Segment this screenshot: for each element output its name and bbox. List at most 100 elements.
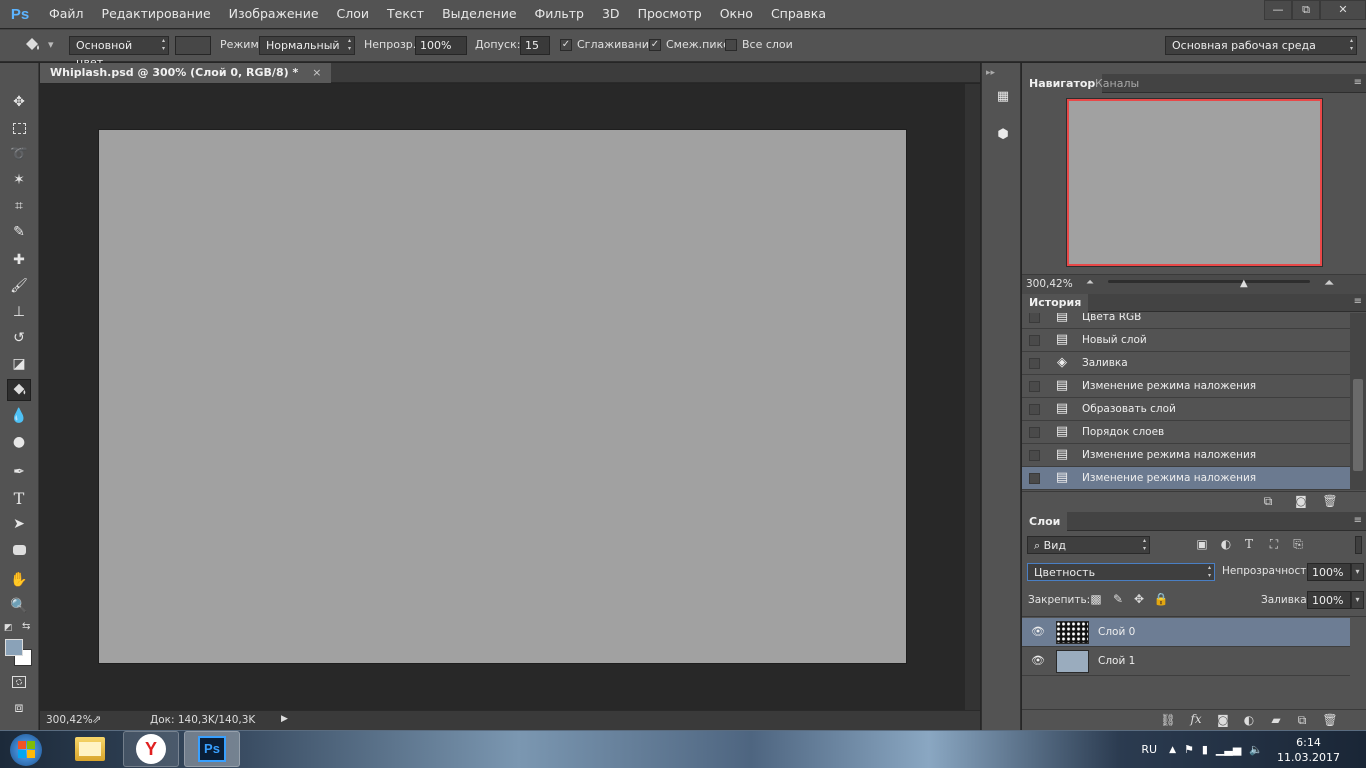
tolerance-input[interactable]: 15 (520, 36, 550, 55)
history-item[interactable]: ◈ Заливка (1022, 352, 1350, 375)
screen-mode-icon[interactable]: ⧈ (7, 697, 31, 719)
menu-image[interactable]: Изображение (220, 0, 328, 28)
menu-edit[interactable]: Редактирование (93, 0, 220, 28)
quick-mask-icon[interactable] (7, 671, 31, 693)
canvas-vertical-scrollbar[interactable] (965, 84, 980, 710)
filter-pixel-icon[interactable]: ▣ (1194, 537, 1210, 553)
blend-mode-select[interactable]: Цветность (1027, 563, 1215, 581)
lasso-tool-icon[interactable]: ➰ (7, 143, 31, 165)
taskbar-explorer-button[interactable] (62, 731, 118, 767)
history-menu-icon[interactable]: ≡ (1354, 296, 1362, 307)
hand-tool-icon[interactable]: ✋ (7, 569, 31, 591)
taskbar-photoshop-button[interactable]: Ps (184, 731, 240, 767)
collapse-dock-icon[interactable]: ▸▸ (986, 68, 995, 78)
status-menu-arrow-icon[interactable]: ▶ (281, 714, 288, 724)
3d-panel-icon[interactable]: ⬢ (992, 127, 1014, 147)
antialias-checkbox[interactable]: ✓ (560, 39, 572, 51)
brush-tool-icon[interactable]: 🖌 (7, 275, 31, 297)
fill-dropdown-icon[interactable]: ▾ (1351, 591, 1364, 609)
add-mask-icon[interactable]: ◙ (1215, 713, 1231, 729)
layers-menu-icon[interactable]: ≡ (1354, 515, 1362, 526)
default-colors-icon[interactable]: ◩ (4, 623, 13, 633)
start-button[interactable] (4, 731, 48, 768)
swap-colors-icon[interactable]: ⇆ (22, 621, 30, 632)
adjustment-layer-icon[interactable]: ◐ (1241, 713, 1257, 729)
menu-select[interactable]: Выделение (433, 0, 525, 28)
new-group-icon[interactable]: ▰ (1268, 713, 1284, 729)
zoom-tool-icon[interactable]: 🔍 (7, 595, 31, 617)
pattern-picker[interactable] (175, 36, 211, 55)
dodge-tool-icon[interactable]: ● (7, 431, 31, 453)
navigator-view-frame[interactable] (1067, 99, 1322, 266)
marquee-tool-icon[interactable] (7, 117, 31, 139)
workspace-select[interactable]: Основная рабочая среда (1165, 36, 1357, 55)
layer-row[interactable]: 👁 Слой 1 (1022, 647, 1350, 676)
contiguous-checkbox[interactable]: ✓ (649, 39, 661, 51)
clock[interactable]: 6:14 11.03.2017 (1277, 735, 1340, 765)
rectangle-tool-icon[interactable] (7, 539, 31, 561)
layer-opacity-input[interactable]: 100% (1307, 563, 1351, 581)
taskbar-yandex-button[interactable]: Y (123, 731, 179, 767)
filter-toggle[interactable] (1355, 536, 1362, 554)
delete-layer-icon[interactable]: 🗑 (1322, 713, 1338, 729)
healing-brush-icon[interactable]: ✚ (7, 249, 31, 271)
layer-name[interactable]: Слой 0 (1098, 618, 1135, 647)
navigator-zoom-slider-thumb[interactable]: ▲ (1240, 278, 1248, 289)
navigator-menu-icon[interactable]: ≡ (1354, 77, 1362, 88)
network-signal-icon[interactable]: ▁▃▅ (1216, 743, 1241, 756)
all-layers-checkbox[interactable] (725, 39, 737, 51)
path-select-icon[interactable]: ➤ (7, 513, 31, 535)
lock-position-icon[interactable]: ✥ (1131, 592, 1147, 608)
histogram-icon[interactable]: ▦ (992, 89, 1014, 109)
fill-source-select[interactable]: Основной цвет (69, 36, 169, 69)
action-center-flag-icon[interactable]: ⚑ (1184, 743, 1194, 756)
blur-tool-icon[interactable]: 💧 (7, 405, 31, 427)
new-layer-icon[interactable]: ⧉ (1294, 713, 1310, 729)
eyedropper-icon[interactable]: ✎ (7, 221, 31, 243)
filter-shape-icon[interactable]: ⛶ (1266, 537, 1282, 553)
tool-preset-chevron-icon[interactable]: ▾ (48, 36, 54, 55)
pen-tool-icon[interactable]: ✒ (7, 461, 31, 483)
menu-window[interactable]: Окно (711, 0, 762, 28)
close-tab-icon[interactable]: × (312, 63, 321, 83)
crop-tool-icon[interactable]: ⌗ (7, 195, 31, 217)
history-item[interactable]: ▤ Образовать слой (1022, 398, 1350, 421)
layer-opacity-dropdown-icon[interactable]: ▾ (1351, 563, 1364, 581)
type-tool-icon[interactable]: T (7, 487, 31, 509)
mode-select[interactable]: Нормальный (259, 36, 355, 55)
snapshot-camera-icon[interactable]: ◙ (1293, 494, 1309, 510)
visibility-eye-icon[interactable]: 👁 (1030, 625, 1046, 639)
new-document-from-state-icon[interactable]: ⧉ (1260, 494, 1276, 510)
lock-pixels-icon[interactable]: ✎ (1110, 592, 1126, 608)
menu-filter[interactable]: Фильтр (526, 0, 593, 28)
eraser-icon[interactable]: ◪ (7, 353, 31, 375)
menu-help[interactable]: Справка (762, 0, 835, 28)
menu-view[interactable]: Просмотр (629, 0, 711, 28)
document-canvas[interactable] (98, 129, 907, 664)
link-layers-icon[interactable]: ⛓ (1160, 713, 1176, 729)
navigator-zoom-slider[interactable] (1108, 280, 1310, 283)
language-indicator[interactable]: RU (1141, 743, 1157, 756)
history-scrollbar[interactable] (1350, 313, 1366, 490)
history-item[interactable]: ▤ Изменение режима наложения (1022, 444, 1350, 467)
history-item[interactable]: ▤ Изменение режима наложения (1022, 375, 1350, 398)
lock-all-icon[interactable]: 🔒 (1153, 592, 1169, 608)
stamp-tool-icon[interactable]: ⊥ (7, 301, 31, 323)
opacity-input[interactable]: 100% (415, 36, 467, 55)
history-item[interactable]: ▤ Порядок слоев (1022, 421, 1350, 444)
zoom-in-icon[interactable]: ⏶ (1324, 276, 1334, 291)
paint-bucket-tool-icon[interactable] (7, 379, 31, 401)
filter-type-icon[interactable]: T (1241, 537, 1257, 553)
status-export-icon[interactable]: ⇗ (92, 713, 101, 726)
layer-filter-select[interactable]: ⌕ Вид (1027, 536, 1150, 554)
layer-style-fx-icon[interactable]: fx (1188, 712, 1204, 728)
history-item[interactable]: ▤ Цвета RGB (1022, 313, 1350, 329)
tab-channels[interactable]: Каналы (1088, 74, 1146, 93)
history-item[interactable]: ▤ Новый слой (1022, 329, 1350, 352)
restore-button[interactable]: ⧉ (1292, 0, 1320, 20)
history-item-selected[interactable]: ▤ Изменение режима наложения (1022, 467, 1350, 490)
menu-type[interactable]: Текст (378, 0, 433, 28)
fill-input[interactable]: 100% (1307, 591, 1351, 609)
history-scroll-thumb[interactable] (1353, 379, 1363, 471)
filter-adjustment-icon[interactable]: ◐ (1218, 537, 1234, 553)
